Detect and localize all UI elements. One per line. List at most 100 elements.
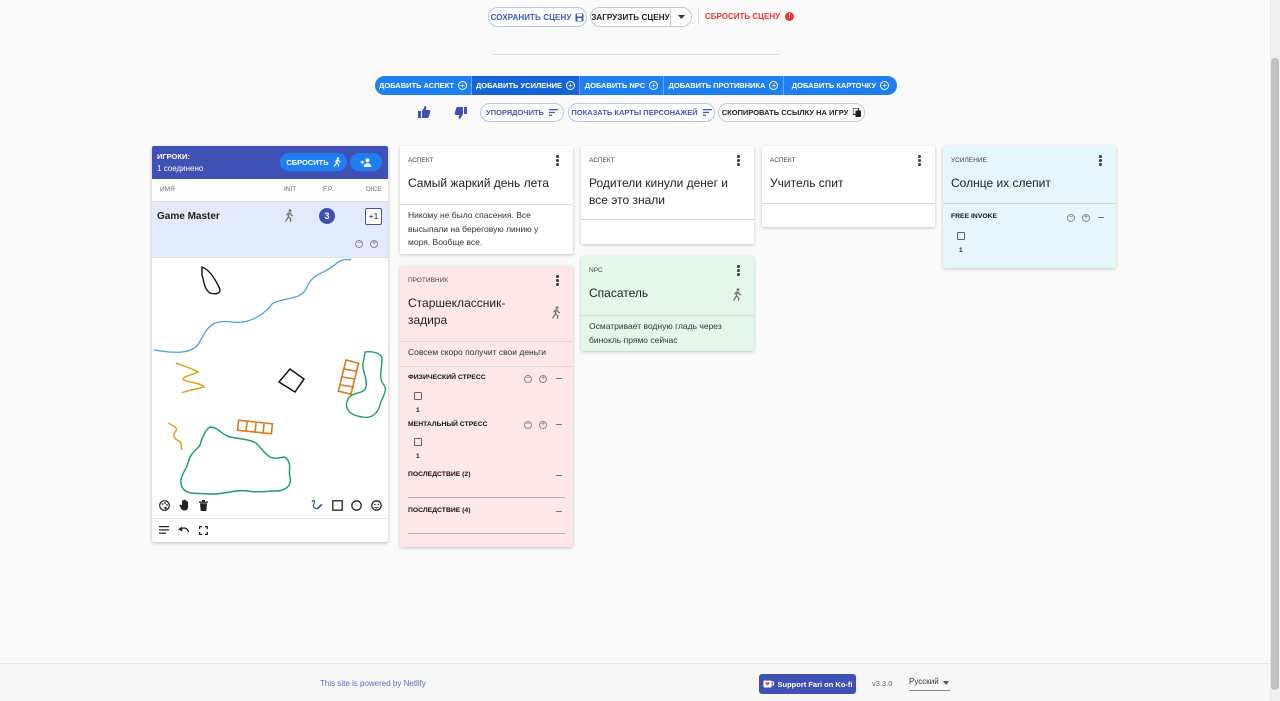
thumbs-down-icon[interactable]	[454, 106, 468, 120]
undo-icon[interactable]	[177, 524, 189, 536]
sort-icon	[702, 109, 712, 116]
add-npc-button[interactable]: Добавить NPC +	[580, 76, 664, 95]
card-title[interactable]: Солнце их слепит	[951, 175, 1111, 192]
toolbar-divider	[698, 9, 699, 25]
column-init: Init	[284, 186, 297, 193]
plus-circle-icon[interactable]: +	[370, 240, 378, 248]
card-divider	[581, 219, 754, 220]
card-type-label: Противник	[408, 277, 449, 284]
sort-label: Упорядочить	[486, 108, 544, 117]
remove-track-icon[interactable]	[556, 378, 562, 379]
pen-draw-icon[interactable]	[311, 499, 323, 511]
remove-track-icon[interactable]	[1098, 217, 1104, 218]
drawing-canvas[interactable]	[152, 259, 388, 496]
add-card-button[interactable]: Добавить карточку +	[784, 76, 897, 95]
copy-game-link-label: Скопировать ссылку на игру	[721, 108, 849, 117]
reset-initiative-button[interactable]: Сбросить	[280, 153, 347, 171]
show-character-cards-label: Показать карты персонажей	[571, 108, 698, 117]
fate-points-badge[interactable]: 3	[319, 208, 335, 224]
header-divider	[493, 54, 779, 55]
card-title[interactable]: Учитель спит	[770, 175, 930, 192]
card-body[interactable]: Никому не было спасения. Все высыпали на…	[408, 209, 558, 250]
load-scene-dropdown[interactable]	[670, 7, 692, 27]
add-aspect-label: Добавить аспект	[379, 81, 454, 90]
card-type-label: Аспект	[408, 157, 434, 164]
load-scene-button[interactable]: Загрузить сцену	[590, 7, 671, 27]
plus-circle-icon[interactable]: +	[539, 375, 547, 383]
player-row[interactable]: Game Master 3 +1 − +	[152, 201, 388, 258]
add-player-button[interactable]	[350, 153, 382, 171]
stress-checkbox[interactable]	[414, 392, 422, 400]
box-number: 1	[416, 453, 420, 460]
aspect-card[interactable]: Аспект Учитель спит	[762, 146, 935, 227]
caret-down-icon	[943, 681, 949, 685]
language-select[interactable]: Русский	[909, 677, 950, 691]
trash-icon[interactable]	[197, 499, 209, 511]
footer: This site is powered by Netlify Support …	[0, 663, 1270, 701]
save-icon	[575, 13, 584, 22]
save-scene-button[interactable]: Сохранить сцену	[488, 7, 587, 27]
add-aspect-button[interactable]: Добавить аспект +	[375, 76, 472, 95]
npc-card[interactable]: NPC Спасатель Осматривает водную гладь ч…	[581, 256, 754, 351]
minus-circle-icon[interactable]: −	[355, 240, 363, 248]
netlify-link[interactable]: This site is powered by Netlify	[320, 679, 426, 688]
remove-track-icon[interactable]	[556, 511, 562, 512]
card-type-label: NPC	[589, 267, 603, 274]
column-dice: Dice	[366, 186, 382, 193]
circle-shape-icon[interactable]	[350, 499, 362, 511]
lines-icon[interactable]	[158, 524, 170, 536]
minus-circle-icon[interactable]: −	[524, 421, 532, 429]
more-vertical-icon[interactable]	[556, 275, 559, 286]
dice-roll-button[interactable]: +1	[365, 208, 382, 225]
reset-scene-button[interactable]: Сбросить сцену !	[705, 12, 795, 21]
add-boost-button[interactable]: Добавить усиление +	[472, 76, 580, 95]
aspect-card[interactable]: Аспект Родители кинули денег и все это з…	[581, 146, 754, 244]
aspect-card[interactable]: Аспект Самый жаркий день лета Никому не …	[400, 146, 573, 254]
consequence-input[interactable]	[408, 533, 565, 534]
hand-icon[interactable]	[178, 499, 190, 511]
plus-circle-icon[interactable]: +	[1082, 214, 1090, 222]
card-divider	[581, 315, 754, 316]
initiative-figure-icon[interactable]	[284, 209, 294, 222]
show-character-cards-button[interactable]: Показать карты персонажей	[568, 103, 715, 122]
enemy-card[interactable]: Противник Старшеклассник-задира Совсем с…	[400, 266, 573, 547]
card-title[interactable]: Старшеклассник-задира	[408, 295, 528, 329]
scrollbar-thumb[interactable]	[1271, 58, 1279, 690]
card-title[interactable]: Самый жаркий день лета	[408, 175, 568, 192]
plus-circle-icon[interactable]: +	[539, 421, 547, 429]
minus-circle-icon[interactable]: −	[1067, 214, 1075, 222]
add-enemy-button[interactable]: Добавить противника +	[664, 76, 784, 95]
physical-stress-label: Физический стресс	[408, 374, 486, 381]
initiative-figure-icon[interactable]	[551, 306, 561, 319]
face-icon[interactable]	[370, 499, 382, 511]
kofi-button[interactable]: Support Fari on Ko-fi	[759, 674, 856, 694]
invoke-checkbox[interactable]	[957, 232, 965, 240]
card-title[interactable]: Родители кинули денег и все это знали	[589, 175, 749, 209]
players-title: Игроки:	[157, 152, 190, 161]
minus-circle-icon[interactable]: −	[524, 375, 532, 383]
square-shape-icon[interactable]	[331, 499, 343, 511]
consequence-input[interactable]	[408, 497, 565, 498]
more-vertical-icon[interactable]	[918, 155, 921, 166]
initiative-figure-icon[interactable]	[732, 288, 742, 301]
palette-icon[interactable]	[158, 499, 170, 511]
free-invoke-label: Free Invoke	[951, 213, 998, 220]
more-vertical-icon[interactable]	[737, 155, 740, 166]
boost-card[interactable]: Усиление Солнце их слепит Free Invoke − …	[943, 146, 1116, 268]
card-body[interactable]: Осматривает водную гладь через бинокль п…	[589, 320, 744, 347]
card-divider	[400, 204, 573, 205]
copy-game-link-button[interactable]: Скопировать ссылку на игру	[718, 103, 865, 122]
thumbs-up-icon[interactable]	[417, 105, 431, 119]
remove-track-icon[interactable]	[556, 475, 562, 476]
more-vertical-icon[interactable]	[1099, 155, 1102, 166]
kofi-cup-icon	[763, 680, 774, 688]
consequence-label: Последствие (2)	[408, 471, 471, 478]
card-body[interactable]: Совсем скоро получит свои деньги	[408, 346, 568, 360]
remove-track-icon[interactable]	[556, 424, 562, 425]
fullscreen-icon[interactable]	[197, 524, 209, 536]
sort-button[interactable]: Упорядочить	[480, 103, 564, 122]
stress-checkbox[interactable]	[414, 438, 422, 446]
more-vertical-icon[interactable]	[737, 265, 740, 276]
card-title[interactable]: Спасатель	[589, 285, 719, 302]
more-vertical-icon[interactable]	[556, 155, 559, 166]
